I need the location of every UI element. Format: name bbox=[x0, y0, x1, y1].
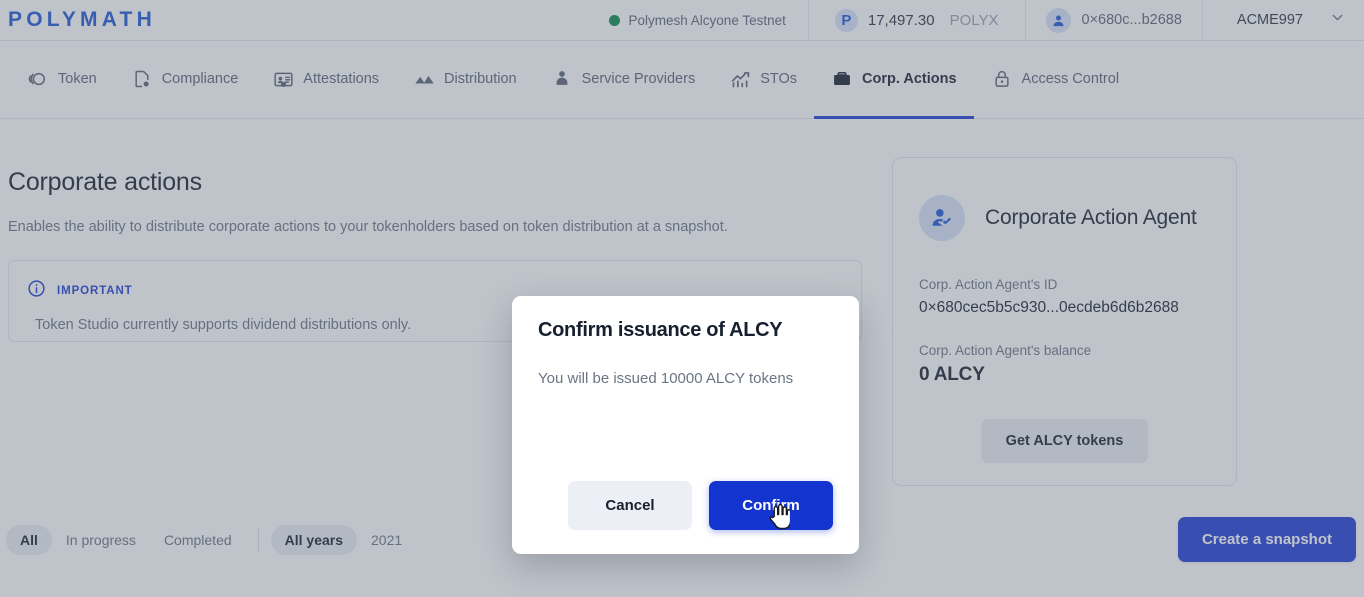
confirm-issuance-dialog: Confirm issuance of ALCY You will be iss… bbox=[512, 296, 859, 554]
confirm-button[interactable]: Confirm bbox=[709, 481, 833, 530]
dialog-message: You will be issued 10000 ALCY tokens bbox=[538, 370, 794, 387]
app-root: POLYMATH Polymesh Alcyone Testnet P 17,4… bbox=[0, 0, 1364, 597]
dialog-title: Confirm issuance of ALCY bbox=[538, 319, 783, 341]
cancel-button[interactable]: Cancel bbox=[568, 481, 692, 530]
dialog-actions: Cancel Confirm bbox=[512, 481, 859, 530]
